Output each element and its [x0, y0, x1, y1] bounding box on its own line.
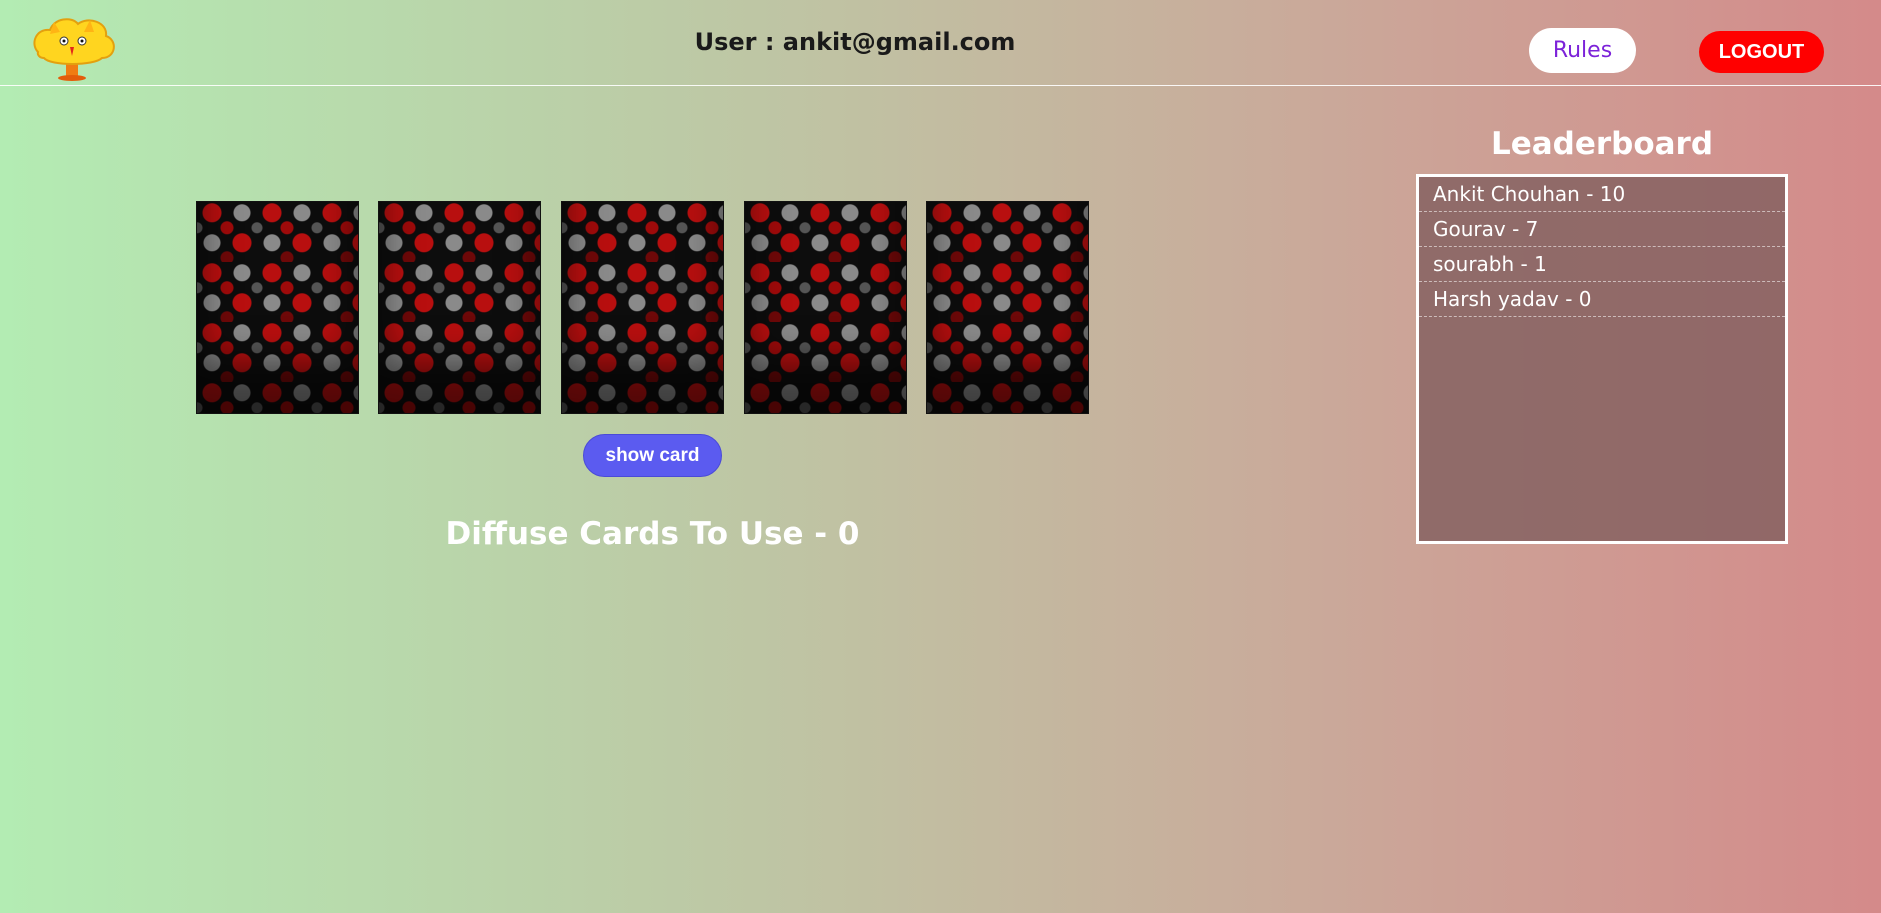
leaderboard-entry: Harsh yadav - 0	[1419, 282, 1785, 317]
show-card-button[interactable]: show card	[583, 434, 722, 477]
face-down-card[interactable]	[378, 201, 541, 414]
leaderboard-title: Leaderboard	[1490, 126, 1714, 162]
logout-button[interactable]: LOGOUT	[1699, 31, 1824, 73]
user-email-label: User : ankit@gmail.com	[694, 28, 1016, 56]
leaderboard-entry: sourabh - 1	[1419, 247, 1785, 282]
face-down-card[interactable]	[926, 201, 1089, 414]
face-down-card[interactable]	[744, 201, 907, 414]
face-down-card[interactable]	[196, 201, 359, 414]
card-deck	[196, 201, 1096, 414]
navbar: User : ankit@gmail.com Rules LOGOUT	[0, 0, 1881, 86]
diffuse-cards-counter: Diffuse Cards To Use - 0	[445, 516, 860, 552]
leaderboard-list: Ankit Chouhan - 10 Gourav - 7 sourabh - …	[1416, 174, 1788, 544]
rules-button[interactable]: Rules	[1529, 28, 1636, 73]
leaderboard-entry: Ankit Chouhan - 10	[1419, 177, 1785, 212]
leaderboard-entry: Gourav - 7	[1419, 212, 1785, 247]
face-down-card[interactable]	[561, 201, 724, 414]
